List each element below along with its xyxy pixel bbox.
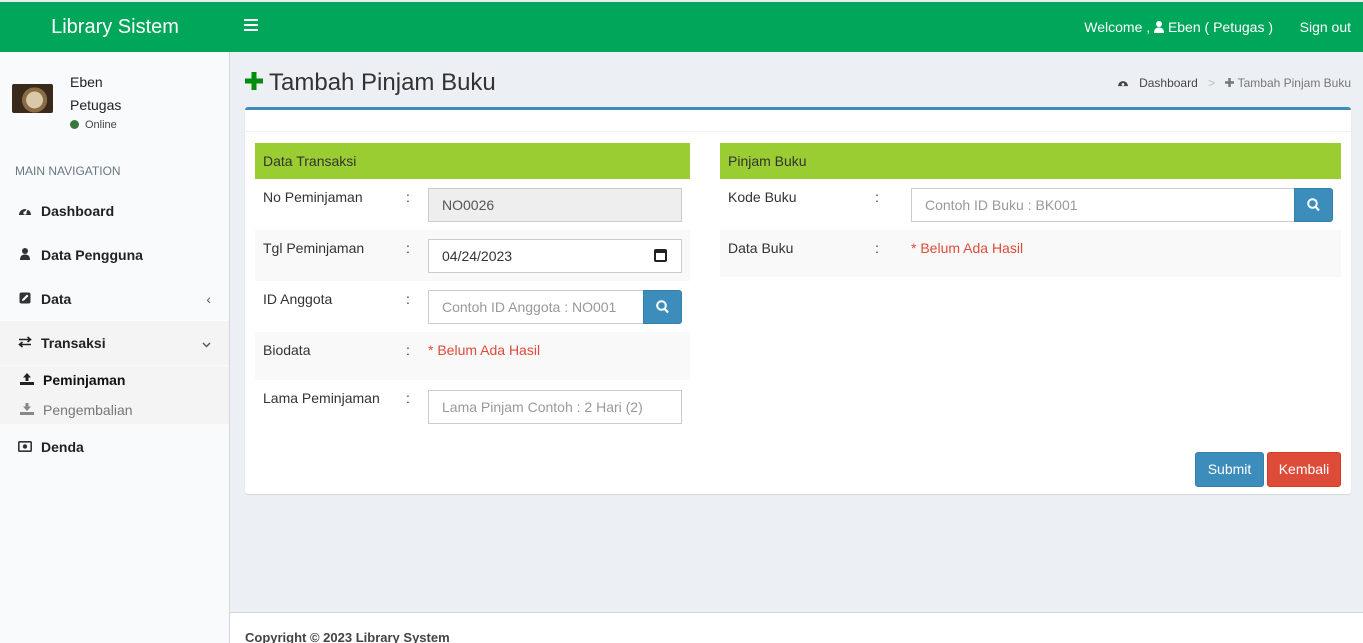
page-title: Tambah Pinjam Buku bbox=[245, 66, 496, 97]
breadcrumb-dashboard-label: Dashboard bbox=[1139, 76, 1198, 90]
sidebar-user-role: Petugas bbox=[70, 97, 122, 113]
biodata-result: * Belum Ada Hasil bbox=[428, 342, 541, 358]
label-biodata: Biodata bbox=[263, 342, 311, 358]
online-status: Online bbox=[70, 119, 117, 131]
breadcrumb: Dashboard > Tambah Pinjam Buku bbox=[1117, 76, 1351, 90]
plus-icon bbox=[1225, 76, 1235, 90]
money-icon bbox=[18, 425, 32, 469]
dashboard-icon bbox=[1117, 76, 1129, 90]
app-logo[interactable]: Library Sistem bbox=[0, 2, 230, 52]
row-tgl-peminjaman: Tgl Peminjaman : 04/24/2023 bbox=[255, 230, 690, 281]
welcome-user-name: Eben ( Petugas ) bbox=[1167, 19, 1273, 35]
colon: : bbox=[875, 240, 879, 256]
row-kode-buku: Kode Buku : Contoh ID Buku : BK001 bbox=[720, 179, 1341, 230]
row-data-buku: Data Buku : * Belum Ada Hasil bbox=[720, 230, 1341, 277]
label-id-anggota: ID Anggota bbox=[263, 291, 333, 307]
calendar-icon[interactable] bbox=[654, 249, 667, 262]
label-no-peminjaman: No Peminjaman bbox=[263, 189, 363, 205]
sidebar-user-name: Eben bbox=[70, 74, 103, 90]
panel-heading: Pinjam Buku bbox=[720, 143, 1341, 179]
row-lama-peminjaman: Lama Peminjaman : Lama Pinjam Contoh : 2… bbox=[255, 380, 690, 431]
label-lama-peminjaman: Lama Peminjaman bbox=[263, 390, 380, 406]
panel-heading: Data Transaksi bbox=[255, 143, 690, 179]
sidebar-item-transaksi[interactable]: Transaksi bbox=[0, 321, 229, 365]
label-kode-buku: Kode Buku bbox=[728, 189, 797, 205]
sidebar: Eben Petugas Online MAIN NAVIGATION Dash… bbox=[0, 52, 230, 643]
page-title-text: Tambah Pinjam Buku bbox=[269, 69, 496, 96]
lama-peminjaman-input[interactable]: Lama Pinjam Contoh : 2 Hari (2) bbox=[428, 390, 682, 424]
tgl-peminjaman-field[interactable]: 04/24/2023 bbox=[428, 239, 682, 273]
sidebar-item-denda[interactable]: Denda bbox=[0, 425, 229, 469]
sidebar-item-label: Dashboard bbox=[41, 203, 115, 219]
breadcrumb-separator: > bbox=[1208, 76, 1216, 90]
colon: : bbox=[406, 342, 410, 358]
colon: : bbox=[875, 189, 879, 205]
exchange-icon bbox=[18, 321, 32, 365]
sidebar-item-label: Peminjaman bbox=[43, 372, 126, 388]
avatar bbox=[12, 84, 53, 113]
search-icon bbox=[1307, 198, 1320, 212]
welcome-user: Welcome , Eben ( Petugas ) bbox=[1084, 2, 1273, 52]
sidebar-item-label: Data Pengguna bbox=[41, 247, 143, 263]
colon: : bbox=[406, 390, 410, 406]
colon: : bbox=[406, 291, 410, 307]
breadcrumb-current: Tambah Pinjam Buku bbox=[1225, 76, 1351, 90]
date-value: 04/24/2023 bbox=[442, 248, 513, 264]
kembali-button[interactable]: Kembali bbox=[1267, 452, 1341, 487]
welcome-text: Welcome , bbox=[1084, 19, 1151, 35]
sidebar-item-data[interactable]: Data ‹ bbox=[0, 277, 229, 321]
sidebar-item-label: Transaksi bbox=[41, 335, 106, 351]
top-navbar: Library Sistem Welcome , Eben ( Petugas … bbox=[0, 0, 1363, 52]
submit-button[interactable]: Submit bbox=[1195, 452, 1264, 487]
online-status-text: Online bbox=[85, 119, 117, 131]
edit-icon bbox=[18, 277, 32, 321]
chevron-left-icon: ‹ bbox=[206, 291, 211, 307]
kode-buku-input[interactable]: Contoh ID Buku : BK001 bbox=[911, 188, 1296, 222]
breadcrumb-current-label: Tambah Pinjam Buku bbox=[1237, 76, 1351, 90]
dashboard-icon bbox=[18, 189, 32, 233]
label-data-buku: Data Buku bbox=[728, 240, 794, 256]
transaksi-submenu: Peminjaman Pengembalian bbox=[0, 366, 229, 424]
chevron-down-icon bbox=[202, 321, 211, 365]
user-icon bbox=[18, 233, 32, 277]
sidebar-item-label: Denda bbox=[41, 439, 84, 455]
sign-out-link[interactable]: Sign out bbox=[1300, 2, 1351, 52]
row-id-anggota: ID Anggota : Contoh ID Anggota : NO001 bbox=[255, 281, 690, 332]
label-tgl-peminjaman: Tgl Peminjaman bbox=[263, 240, 365, 256]
online-dot-icon bbox=[70, 120, 79, 129]
nav-header: MAIN NAVIGATION bbox=[15, 164, 121, 178]
colon: : bbox=[406, 189, 410, 205]
sidebar-item-label: Pengembalian bbox=[43, 402, 133, 418]
user-icon bbox=[1154, 3, 1165, 53]
sidebar-item-dashboard[interactable]: Dashboard bbox=[0, 189, 229, 233]
form-box: Data Transaksi No Peminjaman : NO0026 Tg… bbox=[245, 107, 1351, 494]
sidebar-item-data-pengguna[interactable]: Data Pengguna bbox=[0, 233, 229, 277]
sidebar-item-pengembalian[interactable]: Pengembalian bbox=[0, 396, 229, 424]
breadcrumb-dashboard[interactable]: Dashboard bbox=[1117, 76, 1201, 90]
row-no-peminjaman: No Peminjaman : NO0026 bbox=[255, 179, 690, 230]
panel-pinjam-buku: Pinjam Buku Kode Buku : Contoh ID Buku :… bbox=[720, 143, 1341, 277]
sidebar-item-peminjaman[interactable]: Peminjaman bbox=[0, 366, 229, 394]
panel-data-transaksi: Data Transaksi No Peminjaman : NO0026 Tg… bbox=[255, 143, 690, 424]
box-divider bbox=[245, 131, 1351, 132]
search-anggota-button[interactable] bbox=[643, 290, 682, 324]
colon: : bbox=[406, 240, 410, 256]
copyright-text: Copyright © 2023 Library System bbox=[245, 630, 450, 643]
id-anggota-input[interactable]: Contoh ID Anggota : NO001 bbox=[428, 290, 644, 324]
menu-toggle-icon[interactable] bbox=[244, 19, 258, 35]
search-icon bbox=[656, 300, 669, 314]
upload-icon bbox=[20, 366, 34, 394]
row-biodata: Biodata : * Belum Ada Hasil bbox=[255, 332, 690, 380]
no-peminjaman-field[interactable]: NO0026 bbox=[428, 188, 682, 222]
sidebar-item-label: Data bbox=[41, 291, 72, 307]
search-buku-button[interactable] bbox=[1294, 188, 1333, 222]
download-icon bbox=[20, 396, 34, 424]
data-buku-result: * Belum Ada Hasil bbox=[911, 240, 1024, 256]
footer: Copyright © 2023 Library System bbox=[230, 612, 1363, 643]
plus-icon bbox=[245, 66, 263, 96]
